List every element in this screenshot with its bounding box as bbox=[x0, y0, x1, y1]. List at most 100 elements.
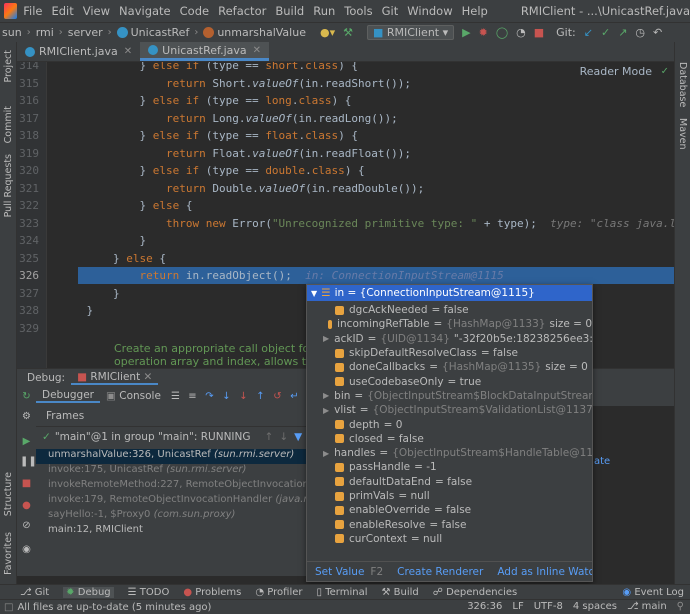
menu-window[interactable]: Window bbox=[407, 4, 452, 18]
expand-arrow-icon[interactable]: ▶ bbox=[323, 449, 329, 458]
close-tab-icon[interactable]: ✕ bbox=[253, 45, 261, 56]
camera-icon[interactable]: ◉ bbox=[20, 544, 33, 557]
set-value-link[interactable]: Set Value bbox=[315, 566, 364, 578]
menu-navigate[interactable]: Navigate bbox=[119, 4, 171, 18]
mute-breakpoints-icon[interactable]: ⊘ bbox=[20, 520, 33, 533]
reader-mode-button[interactable]: Reader Mode bbox=[580, 65, 652, 78]
expand-arrow-icon[interactable]: ▶ bbox=[323, 391, 329, 400]
pause-icon[interactable]: ❚❚ bbox=[20, 456, 37, 469]
field-row-bin[interactable]: ▶ bin = {ObjectInputStream$BlockDataInputSt… bbox=[307, 389, 592, 403]
line-separator[interactable]: LF bbox=[512, 601, 523, 612]
menu-file[interactable]: File bbox=[23, 4, 42, 18]
settings-icon[interactable]: ⚙ bbox=[20, 411, 33, 424]
thread-selector[interactable]: ✓ "main"@1 in group "main": RUNNING ↑ ↓ … bbox=[36, 427, 308, 447]
status-message[interactable]: All files are up-to-date (5 minutes ago) bbox=[17, 602, 211, 613]
field-row-defaultDataEnd[interactable]: defaultDataEnd = false bbox=[307, 475, 592, 489]
show-execution-point-icon[interactable]: ≡ bbox=[186, 391, 199, 402]
step-into-icon[interactable]: ↓ bbox=[220, 391, 233, 402]
variable-inspect-popup[interactable]: ▼ ☰ in = {ConnectionInputStream@1115} dg… bbox=[306, 284, 593, 582]
view-breakpoints-icon[interactable]: ● bbox=[20, 500, 33, 513]
menu-git[interactable]: Git bbox=[382, 4, 399, 18]
profiler-tool-tab[interactable]: ◔ Profiler bbox=[255, 587, 302, 598]
menu-tools[interactable]: Tools bbox=[344, 4, 372, 18]
add-inline-watch-link[interactable]: Add as Inline Watch bbox=[497, 566, 592, 578]
git-update-icon[interactable]: ↙ bbox=[584, 26, 593, 39]
force-step-into-icon[interactable]: ↓ bbox=[237, 391, 250, 402]
field-row-ackID[interactable]: ▶ ackID = {UID@1134} "-32f20b5e:18238256ee3:… bbox=[307, 332, 592, 346]
close-tab-icon[interactable]: ✕ bbox=[124, 46, 132, 57]
breadcrumb-method[interactable]: unmarshalValue bbox=[217, 26, 306, 39]
close-session-icon[interactable]: ✕ bbox=[144, 371, 153, 383]
history-icon[interactable]: ◷ bbox=[635, 26, 645, 39]
field-row-depth[interactable]: depth = 0 bbox=[307, 417, 592, 431]
build-tool-tab[interactable]: ⚒ Build bbox=[381, 587, 418, 598]
indent-setting[interactable]: 4 spaces bbox=[573, 601, 617, 612]
rerun-icon[interactable]: ↻ bbox=[20, 391, 33, 404]
run-icon[interactable]: ▶ bbox=[462, 26, 470, 39]
create-renderer-link[interactable]: Create Renderer bbox=[397, 566, 483, 578]
step-over-icon[interactable]: ↷ bbox=[203, 391, 216, 402]
menu-edit[interactable]: Edit bbox=[51, 4, 73, 18]
field-row-enableOverride[interactable]: enableOverride = false bbox=[307, 503, 592, 517]
rollback-icon[interactable]: ↶ bbox=[653, 26, 662, 39]
breadcrumb-class[interactable]: UnicastRef bbox=[131, 26, 190, 39]
caret-position[interactable]: 326:36 bbox=[467, 601, 502, 612]
filter-icon[interactable]: ▼ bbox=[294, 431, 302, 443]
resume-icon[interactable]: ▶ bbox=[20, 436, 33, 449]
field-row-dgcAckNeeded[interactable]: dgcAckNeeded = false bbox=[307, 303, 592, 317]
user-icon[interactable]: ●▾ bbox=[320, 26, 335, 39]
problems-tool-tab[interactable]: ● Problems bbox=[183, 587, 241, 598]
project-tool-tab[interactable]: Project bbox=[3, 50, 14, 83]
file-encoding[interactable]: UTF-8 bbox=[534, 601, 563, 612]
frame-row[interactable]: unmarshalValue:326, UnicastRef (sun.rmi.… bbox=[36, 449, 308, 464]
field-row-useCodebaseOnly[interactable]: useCodebaseOnly = true bbox=[307, 375, 592, 389]
field-row-incomingRefTable[interactable]: incomingRefTable = {HashMap@1133} size = 0 bbox=[307, 317, 592, 331]
maven-tool-tab[interactable]: Maven bbox=[677, 118, 688, 150]
stop-icon[interactable]: ■ bbox=[534, 26, 544, 39]
expand-arrow-icon[interactable]: ▶ bbox=[323, 406, 329, 415]
debug-icon[interactable]: ✹ bbox=[479, 26, 488, 39]
stop-debug-icon[interactable]: ■ bbox=[20, 478, 33, 491]
collapse-arrow-icon[interactable]: ▼ bbox=[311, 289, 317, 298]
tab-rmiclient[interactable]: RMIClient.java ✕ bbox=[17, 42, 140, 61]
field-row-vlist[interactable]: ▶ vlist = {ObjectInputStream$ValidationList… bbox=[307, 403, 592, 417]
field-row-doneCallbacks[interactable]: doneCallbacks = {HashMap@1135} size = 0 bbox=[307, 360, 592, 374]
layout-icon[interactable]: ☰ bbox=[169, 391, 182, 402]
run-to-cursor-icon[interactable]: ↵ bbox=[288, 391, 301, 402]
git-commit-icon[interactable]: ✓ bbox=[601, 26, 610, 39]
frame-row[interactable]: sayHello:-1, $Proxy0 (com.sun.proxy) bbox=[36, 509, 308, 524]
breadcrumb-rmi[interactable]: rmi bbox=[36, 26, 54, 39]
commit-tool-tab[interactable]: Commit bbox=[3, 106, 14, 143]
coverage-icon[interactable]: ◯ bbox=[496, 26, 508, 39]
git-push-icon[interactable]: ↗ bbox=[618, 26, 627, 39]
frame-row[interactable]: main:12, RMIClient bbox=[36, 524, 308, 539]
field-row-enableResolve[interactable]: enableResolve = false bbox=[307, 518, 592, 532]
breadcrumb-server[interactable]: server bbox=[68, 26, 103, 39]
debug-tool-tab[interactable]: ✹ Debug bbox=[63, 586, 114, 598]
dependencies-tool-tab[interactable]: ☍ Dependencies bbox=[433, 587, 518, 598]
pull-requests-tool-tab[interactable]: Pull Requests bbox=[3, 154, 14, 217]
menu-build[interactable]: Build bbox=[275, 4, 304, 18]
field-row-primVals[interactable]: primVals = null bbox=[307, 489, 592, 503]
menu-view[interactable]: View bbox=[83, 4, 110, 18]
field-row-handles[interactable]: ▶ handles = {ObjectInputStream$HandleTable@… bbox=[307, 446, 592, 460]
drop-frame-icon[interactable]: ↺ bbox=[271, 391, 284, 402]
profile-icon[interactable]: ◔ bbox=[516, 26, 526, 39]
structure-tool-tab[interactable]: Structure bbox=[3, 472, 14, 516]
field-row-closed[interactable]: closed = false bbox=[307, 432, 592, 446]
build-hammer-icon[interactable]: ⚒ bbox=[343, 26, 353, 39]
popup-header-row[interactable]: ▼ ☰ in = {ConnectionInputStream@1115} bbox=[307, 285, 592, 301]
field-row-passHandle[interactable]: passHandle = -1 bbox=[307, 460, 592, 474]
database-tool-tab[interactable]: Database bbox=[677, 62, 688, 107]
menu-help[interactable]: Help bbox=[462, 4, 488, 18]
todo-tool-tab[interactable]: ☰ TODO bbox=[128, 587, 170, 598]
step-out-icon[interactable]: ↑ bbox=[254, 391, 267, 402]
menu-run[interactable]: Run bbox=[313, 4, 335, 18]
down-arrow-icon[interactable]: ↓ bbox=[279, 431, 288, 443]
field-row-curContext[interactable]: curContext = null bbox=[307, 532, 592, 546]
favorites-tool-tab[interactable]: Favorites bbox=[3, 532, 14, 575]
breadcrumb-sun[interactable]: sun bbox=[2, 26, 22, 39]
tab-unicastref[interactable]: UnicastRef.java ✕ bbox=[140, 42, 270, 61]
frame-row[interactable]: invokeRemoteMethod:227, RemoteObjectInvo… bbox=[36, 479, 308, 494]
expand-arrow-icon[interactable]: ▶ bbox=[323, 334, 329, 343]
